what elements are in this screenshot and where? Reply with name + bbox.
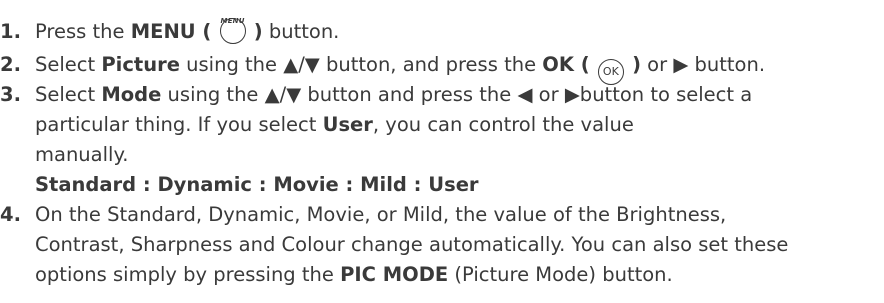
- step-number: 1.: [0, 20, 21, 43]
- step-text: particular thing. If you select: [35, 113, 323, 136]
- step-text: options simply by pressing the: [35, 263, 341, 286]
- step-4: 4. On the Standard, Dynamic, Movie, or Mi…: [0, 200, 726, 230]
- picture-label: Picture: [101, 53, 180, 76]
- mode-label: Mode: [101, 83, 162, 106]
- step-text: Press the: [35, 20, 131, 43]
- step-3-line-3: manually.: [35, 140, 128, 170]
- ok-close-paren: ): [632, 53, 641, 76]
- step-1: 1. Press the MENU ( MENU ) button.: [0, 17, 339, 47]
- step-text: or ▶ button.: [640, 53, 766, 76]
- step-text: using the ▲/▼ button and press the ◀ or …: [161, 83, 753, 106]
- mode-options: Standard : Dynamic : Movie : Mild : User: [35, 173, 479, 196]
- mode-list: Standard : Dynamic : Movie : Mild : User: [35, 170, 479, 200]
- pic-mode-label: PIC MODE: [340, 263, 449, 286]
- menu-label: MENU (: [130, 20, 212, 43]
- user-label: User: [322, 113, 373, 136]
- step-4-line-3: options simply by pressing the PIC MODE …: [35, 260, 673, 290]
- step-text: , you can control the value: [372, 113, 634, 136]
- step-4-line-2: Contrast, Sharpness and Colour change au…: [35, 230, 788, 260]
- menu-close-paren: ): [253, 20, 263, 43]
- step-text: using the ▲/▼ button, and press the: [179, 53, 543, 76]
- step-number: 4.: [0, 203, 21, 226]
- step-text: Select: [35, 83, 102, 106]
- step-text: Contrast, Sharpness and Colour change au…: [35, 233, 789, 256]
- ok-label: OK (: [542, 53, 590, 76]
- step-text: (Picture Mode) button.: [448, 263, 673, 286]
- instructions: 1. Press the MENU ( MENU ) button. 2. Sele…: [0, 0, 884, 303]
- menu-button-icon: MENU: [219, 17, 246, 44]
- step-number: 3.: [0, 83, 21, 106]
- step-number: 2.: [0, 53, 21, 76]
- step-text: button.: [262, 20, 340, 43]
- step-text: manually.: [35, 143, 129, 166]
- step-text: Select: [35, 53, 102, 76]
- step-text: On the Standard, Dynamic, Movie, or Mild…: [35, 203, 727, 226]
- step-3-line-2: particular thing. If you select User, yo…: [35, 110, 634, 140]
- step-3: 3. Select Mode using the ▲/▼ button and p…: [0, 80, 752, 110]
